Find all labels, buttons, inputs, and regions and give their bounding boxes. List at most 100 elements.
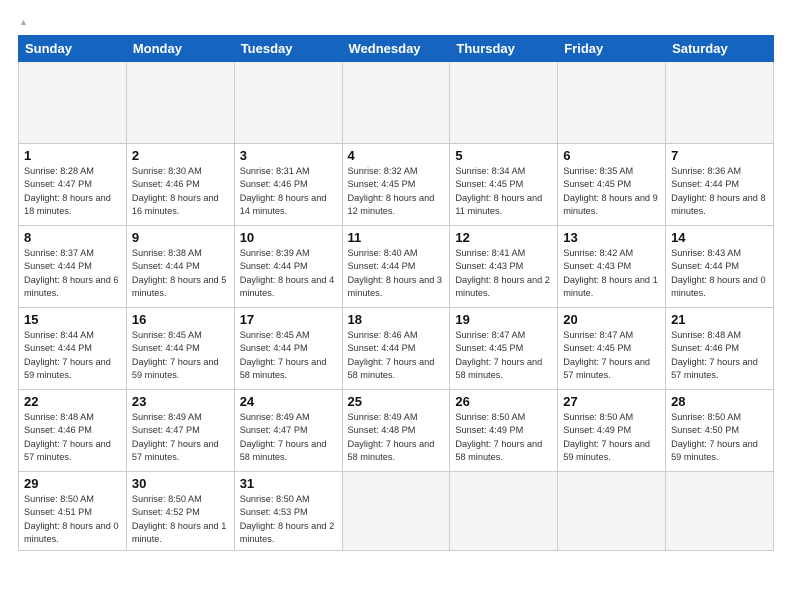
day-info: Sunrise: 8:47 AMSunset: 4:45 PMDaylight:… bbox=[563, 329, 660, 382]
day-info: Sunrise: 8:44 AMSunset: 4:44 PMDaylight:… bbox=[24, 329, 121, 382]
table-row: 19 Sunrise: 8:47 AMSunset: 4:45 PMDayligh… bbox=[450, 308, 558, 390]
day-number: 4 bbox=[348, 148, 445, 163]
table-row bbox=[126, 62, 234, 144]
day-number: 10 bbox=[240, 230, 337, 245]
day-info: Sunrise: 8:49 AMSunset: 4:47 PMDaylight:… bbox=[240, 411, 337, 464]
day-number: 7 bbox=[671, 148, 768, 163]
day-info: Sunrise: 8:46 AMSunset: 4:44 PMDaylight:… bbox=[348, 329, 445, 382]
col-saturday: Saturday bbox=[666, 36, 774, 62]
day-info: Sunrise: 8:47 AMSunset: 4:45 PMDaylight:… bbox=[455, 329, 552, 382]
table-row bbox=[450, 62, 558, 144]
table-row: 1Sunrise: 8:28 AMSunset: 4:47 PMDaylight… bbox=[19, 144, 127, 226]
day-number: 5 bbox=[455, 148, 552, 163]
table-row: 14Sunrise: 8:43 AMSunset: 4:44 PMDayligh… bbox=[666, 226, 774, 308]
day-number: 11 bbox=[348, 230, 445, 245]
day-info: Sunrise: 8:50 AMSunset: 4:52 PMDaylight:… bbox=[132, 493, 229, 546]
table-row: 20Sunrise: 8:47 AMSunset: 4:45 PMDayligh… bbox=[558, 308, 666, 390]
day-info: Sunrise: 8:50 AMSunset: 4:51 PMDaylight:… bbox=[24, 493, 121, 546]
table-row: 31Sunrise: 8:50 AMSunset: 4:53 PMDayligh… bbox=[234, 472, 342, 551]
day-number: 26 bbox=[455, 394, 552, 409]
day-number: 2 bbox=[132, 148, 229, 163]
table-row: 30 Sunrise: 8:50 AMSunset: 4:52 PMDayligh… bbox=[126, 472, 234, 551]
table-row: 3 Sunrise: 8:31 AMSunset: 4:46 PMDaylight… bbox=[234, 144, 342, 226]
table-row: 9Sunrise: 8:38 AMSunset: 4:44 PMDaylight… bbox=[126, 226, 234, 308]
table-row: 5 Sunrise: 8:34 AMSunset: 4:45 PMDaylight… bbox=[450, 144, 558, 226]
day-number: 3 bbox=[240, 148, 337, 163]
table-row bbox=[19, 62, 127, 144]
day-info: Sunrise: 8:42 AMSunset: 4:43 PMDaylight:… bbox=[563, 247, 660, 300]
day-info: Sunrise: 8:45 AMSunset: 4:44 PMDaylight:… bbox=[240, 329, 337, 382]
table-row: 4 Sunrise: 8:32 AMSunset: 4:45 PMDaylight… bbox=[342, 144, 450, 226]
table-row: 8Sunrise: 8:37 AMSunset: 4:44 PMDaylight… bbox=[19, 226, 127, 308]
day-info: Sunrise: 8:41 AMSunset: 4:43 PMDaylight:… bbox=[455, 247, 552, 300]
day-info: Sunrise: 8:49 AMSunset: 4:47 PMDaylight:… bbox=[132, 411, 229, 464]
day-info: Sunrise: 8:50 AMSunset: 4:49 PMDaylight:… bbox=[563, 411, 660, 464]
day-info: Sunrise: 8:40 AMSunset: 4:44 PMDaylight:… bbox=[348, 247, 445, 300]
table-row bbox=[666, 62, 774, 144]
day-number: 19 bbox=[455, 312, 552, 327]
table-row: 7 Sunrise: 8:36 AMSunset: 4:44 PMDaylight… bbox=[666, 144, 774, 226]
day-info: Sunrise: 8:30 AMSunset: 4:46 PMDaylight:… bbox=[132, 165, 229, 218]
day-number: 15 bbox=[24, 312, 121, 327]
table-row: 26 Sunrise: 8:50 AMSunset: 4:49 PMDayligh… bbox=[450, 390, 558, 472]
day-number: 16 bbox=[132, 312, 229, 327]
day-number: 22 bbox=[24, 394, 121, 409]
day-info: Sunrise: 8:50 AMSunset: 4:53 PMDaylight:… bbox=[240, 493, 337, 546]
day-info: Sunrise: 8:31 AMSunset: 4:46 PMDaylight:… bbox=[240, 165, 337, 218]
day-info: Sunrise: 8:45 AMSunset: 4:44 PMDaylight:… bbox=[132, 329, 229, 382]
day-number: 8 bbox=[24, 230, 121, 245]
table-row: 6Sunrise: 8:35 AMSunset: 4:45 PMDaylight… bbox=[558, 144, 666, 226]
col-thursday: Thursday bbox=[450, 36, 558, 62]
table-row bbox=[558, 62, 666, 144]
table-row bbox=[450, 472, 558, 551]
page: ▲ Sunday Monday Tuesday Wednesday Thursd… bbox=[0, 0, 792, 612]
col-friday: Friday bbox=[558, 36, 666, 62]
day-number: 28 bbox=[671, 394, 768, 409]
table-row: 25 Sunrise: 8:49 AMSunset: 4:48 PMDayligh… bbox=[342, 390, 450, 472]
day-number: 13 bbox=[563, 230, 660, 245]
table-row: 23 Sunrise: 8:49 AMSunset: 4:47 PMDayligh… bbox=[126, 390, 234, 472]
table-row bbox=[342, 472, 450, 551]
day-info: Sunrise: 8:49 AMSunset: 4:48 PMDaylight:… bbox=[348, 411, 445, 464]
day-info: Sunrise: 8:48 AMSunset: 4:46 PMDaylight:… bbox=[24, 411, 121, 464]
day-number: 1 bbox=[24, 148, 121, 163]
day-info: Sunrise: 8:32 AMSunset: 4:45 PMDaylight:… bbox=[348, 165, 445, 218]
day-number: 25 bbox=[348, 394, 445, 409]
day-info: Sunrise: 8:48 AMSunset: 4:46 PMDaylight:… bbox=[671, 329, 768, 382]
table-row: 13 Sunrise: 8:42 AMSunset: 4:43 PMDayligh… bbox=[558, 226, 666, 308]
table-row: 21Sunrise: 8:48 AMSunset: 4:46 PMDayligh… bbox=[666, 308, 774, 390]
table-row bbox=[342, 62, 450, 144]
day-number: 23 bbox=[132, 394, 229, 409]
table-row: 11 Sunrise: 8:40 AMSunset: 4:44 PMDayligh… bbox=[342, 226, 450, 308]
col-wednesday: Wednesday bbox=[342, 36, 450, 62]
day-number: 9 bbox=[132, 230, 229, 245]
day-info: Sunrise: 8:39 AMSunset: 4:44 PMDaylight:… bbox=[240, 247, 337, 300]
day-number: 30 bbox=[132, 476, 229, 491]
calendar-week-row: 22 Sunrise: 8:48 AMSunset: 4:46 PMDayligh… bbox=[19, 390, 774, 472]
calendar: Sunday Monday Tuesday Wednesday Thursday… bbox=[18, 35, 774, 551]
day-info: Sunrise: 8:50 AMSunset: 4:49 PMDaylight:… bbox=[455, 411, 552, 464]
day-number: 24 bbox=[240, 394, 337, 409]
calendar-header-row: Sunday Monday Tuesday Wednesday Thursday… bbox=[19, 36, 774, 62]
day-info: Sunrise: 8:35 AMSunset: 4:45 PMDaylight:… bbox=[563, 165, 660, 218]
day-info: Sunrise: 8:34 AMSunset: 4:45 PMDaylight:… bbox=[455, 165, 552, 218]
calendar-body: 1Sunrise: 8:28 AMSunset: 4:47 PMDaylight… bbox=[19, 62, 774, 551]
day-info: Sunrise: 8:50 AMSunset: 4:50 PMDaylight:… bbox=[671, 411, 768, 464]
day-info: Sunrise: 8:36 AMSunset: 4:44 PMDaylight:… bbox=[671, 165, 768, 218]
day-number: 29 bbox=[24, 476, 121, 491]
header: ▲ bbox=[18, 18, 774, 27]
table-row bbox=[234, 62, 342, 144]
day-number: 27 bbox=[563, 394, 660, 409]
day-number: 12 bbox=[455, 230, 552, 245]
day-number: 18 bbox=[348, 312, 445, 327]
logo: ▲ bbox=[18, 18, 29, 27]
table-row: 2 Sunrise: 8:30 AMSunset: 4:46 PMDaylight… bbox=[126, 144, 234, 226]
day-number: 14 bbox=[671, 230, 768, 245]
table-row: 12 Sunrise: 8:41 AMSunset: 4:43 PMDayligh… bbox=[450, 226, 558, 308]
table-row: 15 Sunrise: 8:44 AMSunset: 4:44 PMDayligh… bbox=[19, 308, 127, 390]
table-row: 18 Sunrise: 8:46 AMSunset: 4:44 PMDayligh… bbox=[342, 308, 450, 390]
table-row: 17Sunrise: 8:45 AMSunset: 4:44 PMDayligh… bbox=[234, 308, 342, 390]
table-row: 28 Sunrise: 8:50 AMSunset: 4:50 PMDayligh… bbox=[666, 390, 774, 472]
col-tuesday: Tuesday bbox=[234, 36, 342, 62]
col-sunday: Sunday bbox=[19, 36, 127, 62]
